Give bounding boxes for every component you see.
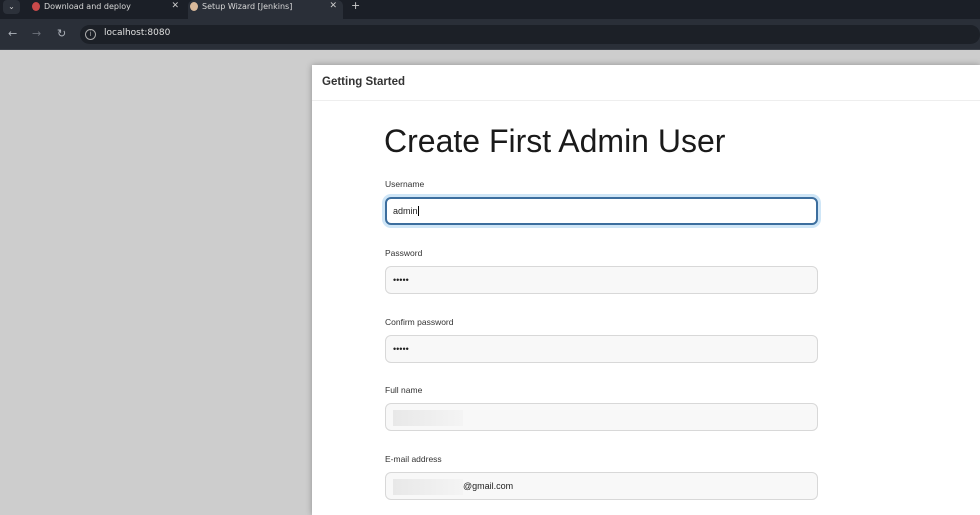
new-tab-icon[interactable]: + bbox=[351, 0, 360, 12]
jenkins-favicon-icon bbox=[190, 2, 198, 11]
full-name-label: Full name bbox=[385, 385, 423, 395]
confirm-password-label: Confirm password bbox=[385, 317, 454, 327]
reload-icon[interactable]: ↻ bbox=[57, 27, 66, 40]
address-bar-row: ← → ↻ i localhost:8080 bbox=[0, 19, 980, 50]
tab-search-button[interactable]: ⌄ bbox=[3, 0, 20, 14]
close-tab-icon[interactable]: ✕ bbox=[329, 0, 337, 13]
favicon-icon bbox=[32, 2, 40, 11]
url-input[interactable]: i localhost:8080 bbox=[80, 25, 980, 44]
redacted-blur bbox=[393, 478, 463, 495]
email-value: @gmail.com bbox=[463, 481, 514, 491]
url-text: localhost:8080 bbox=[104, 28, 171, 38]
setup-wizard-dialog: Getting Started Create First Admin User … bbox=[312, 65, 980, 515]
password-input[interactable]: ••••• bbox=[385, 266, 818, 294]
username-value: admin bbox=[393, 206, 418, 216]
tab-setup-wizard[interactable]: Setup Wizard [Jenkins] ✕ bbox=[188, 0, 343, 19]
tab-title: Setup Wizard [Jenkins] bbox=[202, 2, 293, 11]
tab-title: Download and deploy bbox=[44, 2, 131, 11]
back-icon[interactable]: ← bbox=[8, 27, 17, 40]
close-tab-icon[interactable]: ✕ bbox=[171, 0, 179, 13]
site-info-icon[interactable]: i bbox=[85, 29, 96, 40]
text-cursor bbox=[417, 206, 419, 216]
email-input[interactable]: @gmail.com bbox=[385, 472, 818, 500]
redacted-blur bbox=[393, 409, 463, 426]
email-label: E-mail address bbox=[385, 454, 442, 464]
full-name-input[interactable] bbox=[385, 403, 818, 431]
username-label: Username bbox=[385, 179, 425, 189]
username-input[interactable]: admin bbox=[385, 197, 818, 225]
dialog-header: Getting Started bbox=[312, 65, 980, 101]
password-label: Password bbox=[385, 248, 423, 258]
tab-bar: ⌄ Download and deploy ✕ Setup Wizard [Je… bbox=[0, 0, 980, 19]
tab-download-deploy[interactable]: Download and deploy ✕ bbox=[30, 0, 185, 19]
page-title: Create First Admin User bbox=[384, 123, 726, 159]
forward-icon[interactable]: → bbox=[32, 27, 41, 40]
confirm-password-input[interactable]: ••••• bbox=[385, 335, 818, 363]
